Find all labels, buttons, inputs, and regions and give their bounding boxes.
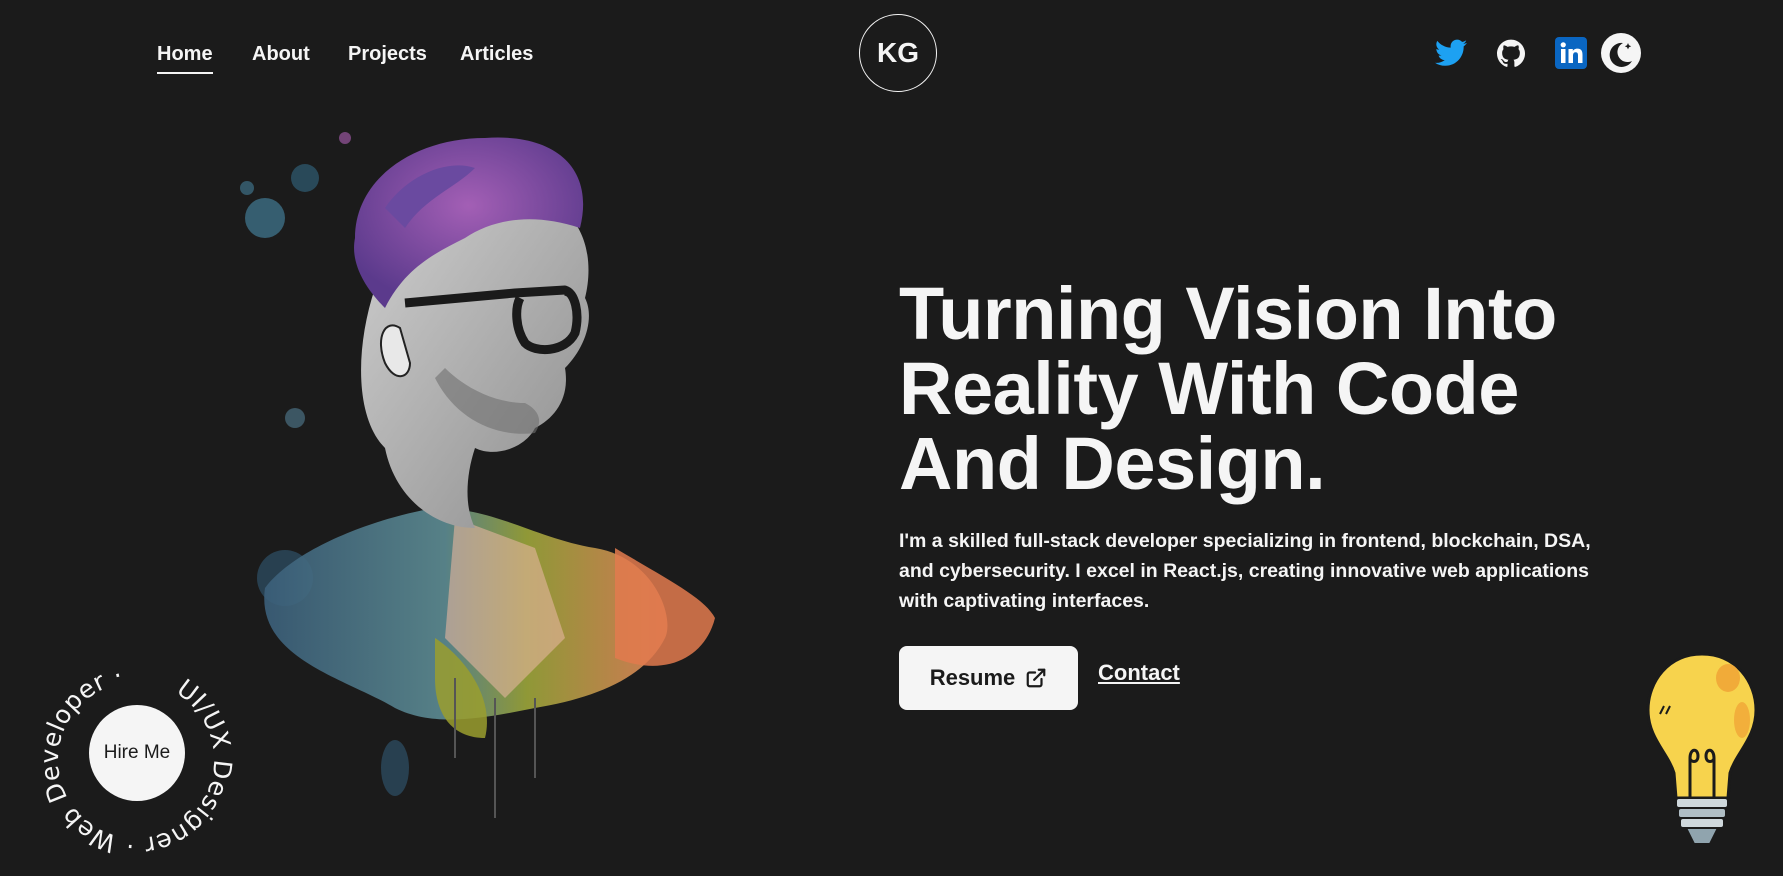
resume-button[interactable]: Resume [899,646,1078,710]
moon-icon[interactable] [1601,33,1641,73]
github-icon[interactable] [1494,36,1528,70]
hero-description: I'm a skilled full-stack developer speci… [899,530,1591,612]
resume-button-label: Resume [929,665,1016,690]
linkedin-icon[interactable] [1554,36,1588,70]
page: Home About Projects Articles KG Turning … [0,0,1783,876]
nav-home[interactable]: Home [157,43,213,74]
external-link-icon [1026,668,1046,688]
profile-illustration [240,132,715,818]
hire-me-badge[interactable]: UI/UX Designer · Web Developer · Hire Me [0,622,274,876]
contact-link[interactable]: Contact [1098,660,1180,686]
twitter-icon[interactable] [1434,36,1468,70]
nav-projects[interactable]: Projects [348,43,427,72]
nav-articles[interactable]: Articles [460,43,533,72]
hero-title: Turning Vision Into Reality With Code An… [899,272,1557,505]
lightbulb-illustration [1646,652,1758,845]
logo[interactable]: KG [859,14,937,92]
hire-me-button[interactable]: Hire Me [89,705,185,801]
nav-about[interactable]: About [252,43,310,72]
